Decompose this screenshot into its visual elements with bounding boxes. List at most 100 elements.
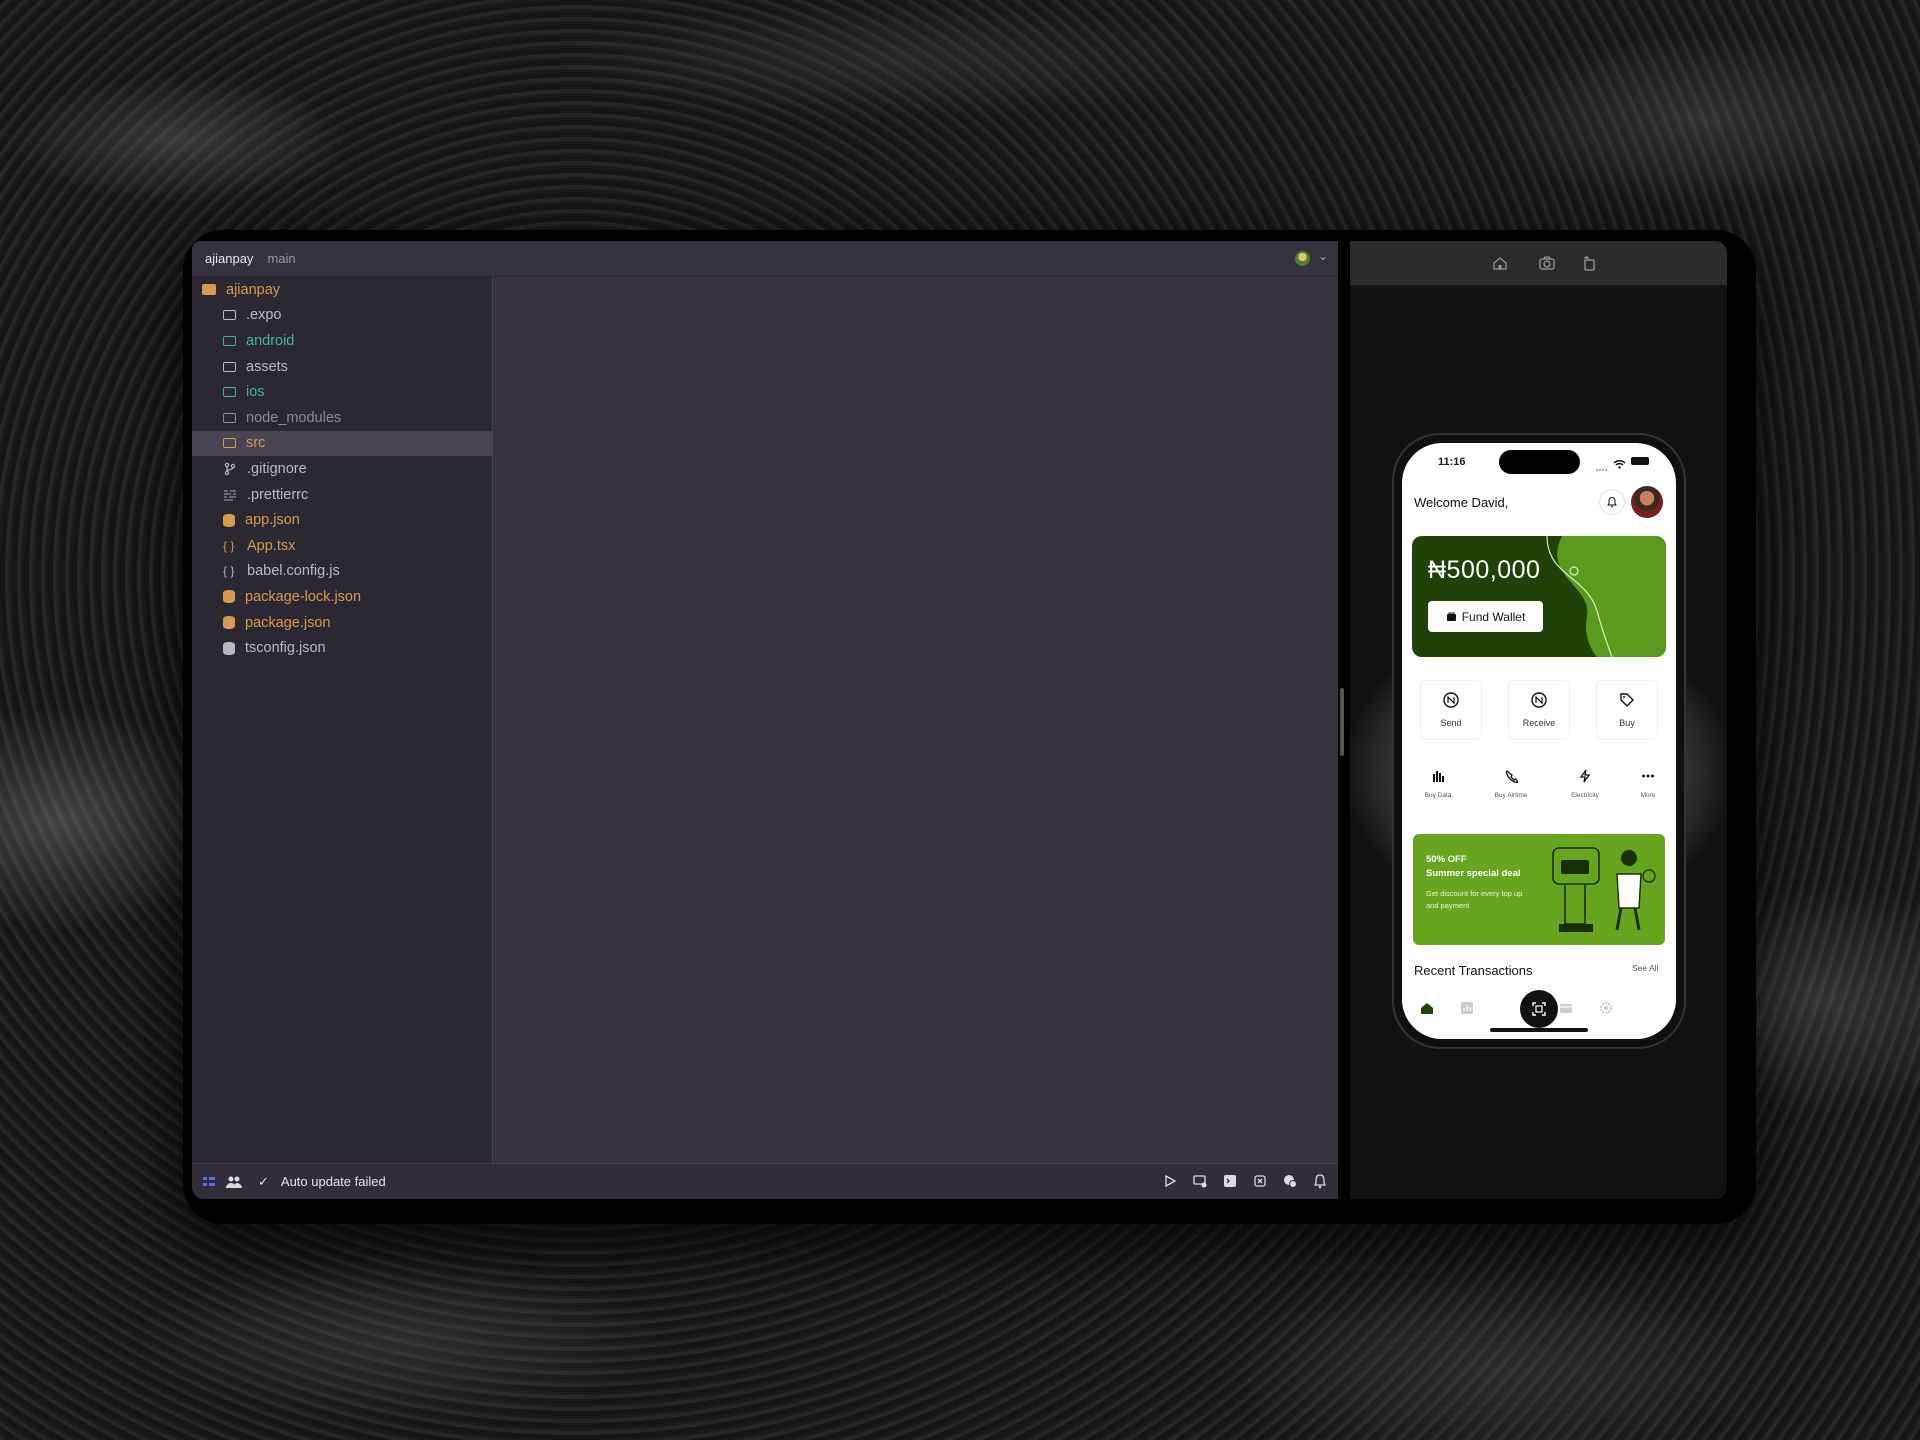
home-indicator xyxy=(1490,1028,1588,1032)
tree-item-package-json[interactable]: package.json xyxy=(192,610,492,636)
service-label: Buy Data xyxy=(1424,792,1452,799)
promo-title: 50% OFF xyxy=(1426,854,1467,865)
folder-icon xyxy=(223,310,236,321)
tree-item-label: babel.config.js xyxy=(247,563,340,580)
service-buy-airtime[interactable]: Buy Airtime xyxy=(1483,769,1539,799)
wifi-icon xyxy=(1613,456,1626,474)
json-file-icon xyxy=(223,641,235,655)
tree-item-label: .prettierrc xyxy=(247,486,309,503)
home-icon[interactable] xyxy=(1491,254,1509,272)
run-icon[interactable] xyxy=(1162,1173,1178,1189)
notification-button[interactable] xyxy=(1599,489,1625,515)
tree-item-expo[interactable]: .expo xyxy=(192,303,492,329)
service-electricity[interactable]: Electricity xyxy=(1557,769,1613,799)
quick-action-label: Buy xyxy=(1619,718,1635,728)
tree-item-label: ajianpay xyxy=(226,281,281,298)
tree-item-prettierrc[interactable]: .prettierrc xyxy=(192,482,492,508)
phone-screen: 11:16 Welcome David, ₦500,000 Fund Walle… xyxy=(1402,443,1676,1039)
tree-item-node-modules[interactable]: node_modules xyxy=(192,405,492,431)
wallet-balance: ₦500,000 xyxy=(1428,556,1541,584)
bell-icon[interactable] xyxy=(1312,1173,1328,1189)
welcome-text: Welcome David, xyxy=(1414,495,1509,510)
quick-action-buy[interactable]: Buy xyxy=(1596,680,1658,740)
tree-item-gitignore[interactable]: .gitignore xyxy=(192,456,492,482)
user-avatar-icon[interactable] xyxy=(1295,251,1310,266)
terminal-icon[interactable] xyxy=(1222,1173,1238,1189)
simulator-toolbar xyxy=(1350,241,1727,286)
tree-item-package-lock[interactable]: package-lock.json xyxy=(192,584,492,610)
tree-item-label: assets xyxy=(246,358,288,375)
tree-item-assets[interactable]: assets xyxy=(192,354,492,380)
collaborators-icon[interactable] xyxy=(226,1175,242,1189)
cards-tab-icon[interactable] xyxy=(1559,1001,1573,1015)
tree-item-ios[interactable]: ios xyxy=(192,379,492,405)
scan-button[interactable] xyxy=(1520,990,1558,1028)
json-file-icon xyxy=(223,513,235,527)
wallet-icon xyxy=(1446,612,1456,621)
fund-wallet-button[interactable]: Fund Wallet xyxy=(1428,601,1543,632)
folder-icon xyxy=(223,361,236,372)
tree-item-app-tsx[interactable]: { } App.tsx xyxy=(192,533,492,559)
ide-window: ajianpay main ⌄ ajianpay .expo android a… xyxy=(192,241,1338,1199)
service-buy-data[interactable]: Buy Data xyxy=(1410,769,1466,799)
tree-item-ajianpay[interactable]: ajianpay xyxy=(192,277,492,303)
folder-icon xyxy=(223,387,236,398)
quick-action-label: Send xyxy=(1440,718,1462,728)
tree-item-label: package-lock.json xyxy=(245,588,362,605)
send-naira-icon xyxy=(1443,692,1459,708)
tree-item-label: node_modules xyxy=(246,409,342,426)
split-resize-handle[interactable] xyxy=(1340,688,1344,756)
tag-icon xyxy=(1620,693,1634,707)
project-name[interactable]: ajianpay xyxy=(205,251,253,266)
tree-item-label: ios xyxy=(246,384,265,401)
json-file-icon xyxy=(223,616,235,630)
avatar[interactable] xyxy=(1631,486,1663,518)
quick-action-send[interactable]: Send xyxy=(1420,680,1482,740)
folder-open-icon xyxy=(202,284,216,296)
quick-action-receive[interactable]: Receive xyxy=(1508,680,1570,740)
tree-item-label: tsconfig.json xyxy=(245,640,326,657)
service-more[interactable]: More xyxy=(1620,769,1676,799)
chat-icon[interactable] xyxy=(1282,1173,1298,1189)
status-message[interactable]: Auto update failed xyxy=(281,1174,386,1189)
receive-naira-icon xyxy=(1531,692,1547,708)
explorer-icon[interactable] xyxy=(202,1175,216,1189)
settings-tab-icon[interactable] xyxy=(1599,1001,1613,1015)
signal-icon xyxy=(1595,460,1609,478)
status-bar: ✓ Auto update failed xyxy=(192,1163,1338,1199)
phone-icon xyxy=(1505,770,1519,784)
fund-wallet-label: Fund Wallet xyxy=(1461,609,1526,624)
folder-icon xyxy=(223,412,236,423)
home-tab-icon[interactable] xyxy=(1420,1001,1434,1015)
scan-icon xyxy=(1532,1002,1546,1016)
tree-item-src[interactable]: src xyxy=(192,430,492,457)
tree-item-label: app.json xyxy=(245,512,300,529)
card-wave-decoration xyxy=(1546,536,1666,657)
bell-icon xyxy=(1607,496,1617,508)
json-file-icon xyxy=(223,590,235,604)
folder-icon xyxy=(223,438,236,449)
rotate-icon[interactable] xyxy=(1580,254,1598,272)
promo-description: Get discount for every top up and paymen… xyxy=(1426,889,1523,910)
see-all-link[interactable]: See All xyxy=(1632,963,1658,973)
stats-tab-icon[interactable] xyxy=(1460,1001,1474,1015)
tree-item-label: .gitignore xyxy=(247,460,307,477)
file-explorer: ajianpay .expo android assets ios node_m… xyxy=(192,277,493,1164)
service-label: Electricity xyxy=(1571,792,1599,799)
editor-area[interactable] xyxy=(493,277,1338,1164)
tree-item-tsconfig[interactable]: tsconfig.json xyxy=(192,635,492,661)
tree-item-app-json[interactable]: app.json xyxy=(192,507,492,533)
recent-transactions-title: Recent Transactions xyxy=(1414,963,1533,978)
chevron-down-icon[interactable]: ⌄ xyxy=(1318,249,1328,263)
branch-name[interactable]: main xyxy=(267,251,295,266)
balance-card: ₦500,000 Fund Wallet xyxy=(1412,536,1666,657)
promo-banner[interactable]: 50% OFF Summer special deal Get discount… xyxy=(1413,834,1665,945)
tree-item-label: package.json xyxy=(245,614,331,631)
service-label: Buy Airtime xyxy=(1494,792,1528,799)
battery-icon xyxy=(1631,457,1649,465)
devices-icon[interactable] xyxy=(1192,1173,1208,1189)
tree-item-android[interactable]: android xyxy=(192,328,492,354)
debug-icon[interactable] xyxy=(1252,1173,1268,1189)
screenshot-icon[interactable] xyxy=(1538,254,1556,272)
tree-item-babel-config[interactable]: { } babel.config.js xyxy=(192,559,492,585)
